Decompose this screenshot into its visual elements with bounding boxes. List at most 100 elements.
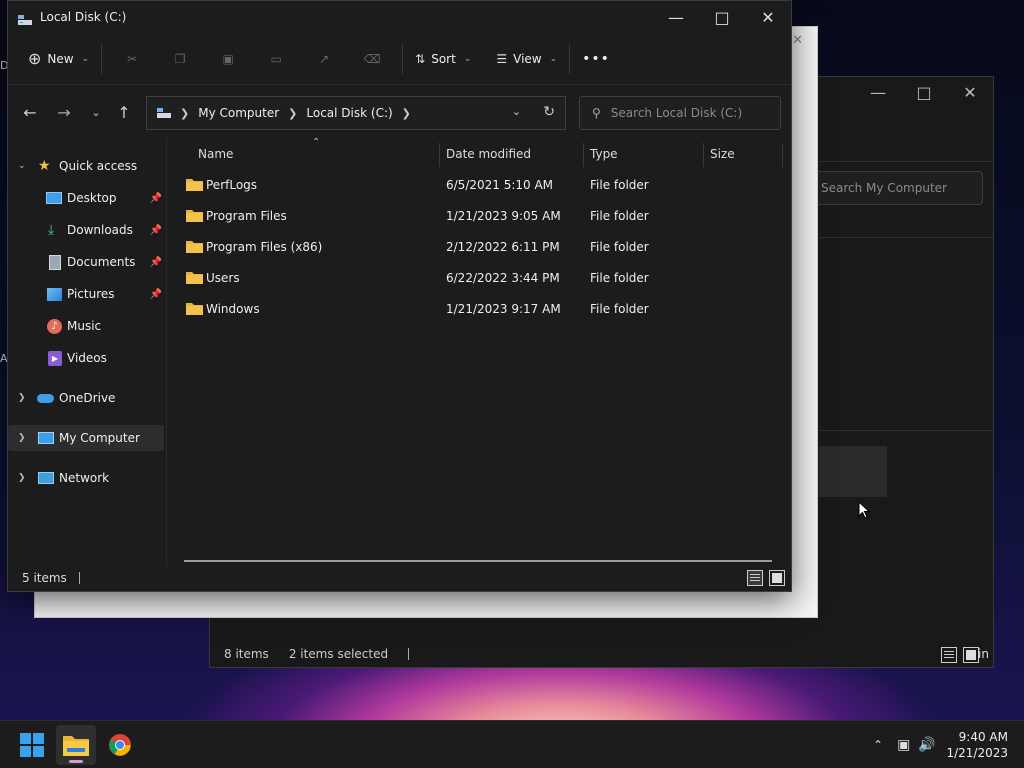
table-row[interactable]: Windows 1/21/2023 9:17 AM File folder bbox=[184, 294, 782, 325]
sidebar-item-videos[interactable]: ▶ Videos bbox=[8, 345, 164, 371]
sidebar-item-documents[interactable]: Documents 📌 bbox=[8, 249, 164, 275]
file-explorer-window[interactable]: Local Disk (C:) — □ ✕ ⊕ New ⌄ ✂ ❐ ▣ ▭ ↗ … bbox=[7, 0, 792, 592]
column-divider[interactable] bbox=[703, 143, 704, 167]
volume-icon[interactable]: 🔊 bbox=[918, 737, 935, 753]
chevron-right-icon[interactable]: ❯ bbox=[180, 107, 189, 120]
copy-button[interactable]: ❐ bbox=[156, 41, 204, 77]
back-arrow-icon[interactable]: ← bbox=[18, 103, 42, 122]
search-input[interactable]: Search My Computer bbox=[810, 171, 983, 205]
table-row[interactable]: PerfLogs 6/5/2021 5:10 AM File folder bbox=[184, 170, 782, 201]
trash-icon: ⌫ bbox=[363, 51, 381, 66]
rename-button[interactable]: ▭ bbox=[252, 41, 300, 77]
table-row[interactable]: Users 6/22/2022 3:44 PM File folder bbox=[184, 263, 782, 294]
column-divider[interactable] bbox=[583, 143, 584, 167]
chrome-icon bbox=[109, 734, 131, 756]
file-name: Users bbox=[206, 271, 240, 285]
file-type: File folder bbox=[590, 209, 649, 223]
tiles-view-icon[interactable] bbox=[769, 570, 785, 586]
column-header-type[interactable]: Type bbox=[590, 139, 618, 169]
clock[interactable]: 9:40 AM 1/21/2023 bbox=[946, 729, 1008, 761]
details-view-icon[interactable] bbox=[747, 570, 763, 586]
pin-icon[interactable]: 📌 bbox=[150, 193, 162, 204]
breadcrumb-local-disk[interactable]: Local Disk (C:) bbox=[306, 106, 392, 120]
horizontal-scrollbar[interactable] bbox=[184, 560, 772, 562]
delete-button[interactable]: ⌫ bbox=[348, 41, 396, 77]
pictures-icon bbox=[47, 287, 62, 301]
file-date: 6/5/2021 5:10 AM bbox=[446, 178, 554, 192]
sidebar-item-label: Videos bbox=[67, 351, 107, 365]
maximize-icon[interactable]: □ bbox=[699, 1, 745, 33]
show-hidden-icons-chevron-icon[interactable]: ⌃ bbox=[873, 738, 883, 752]
desktop-icon bbox=[46, 192, 62, 204]
file-type: File folder bbox=[590, 271, 649, 285]
sidebar-item-quick-access[interactable]: ⌄ ★ Quick access bbox=[8, 153, 164, 179]
taskbar-chrome[interactable] bbox=[100, 725, 140, 765]
selected-item-tile[interactable] bbox=[819, 446, 887, 497]
divider bbox=[78, 572, 80, 584]
column-divider[interactable] bbox=[439, 143, 440, 167]
details-view-icon[interactable] bbox=[941, 647, 957, 663]
start-button[interactable] bbox=[12, 725, 52, 765]
refresh-icon[interactable]: ↻ bbox=[543, 104, 555, 120]
chevron-down-icon[interactable]: ⌄ bbox=[18, 161, 26, 171]
new-label: New bbox=[47, 51, 74, 66]
share-button[interactable]: ↗ bbox=[300, 41, 348, 77]
divider bbox=[101, 43, 103, 74]
minimize-icon[interactable]: — bbox=[653, 1, 699, 33]
close-icon[interactable]: ✕ bbox=[792, 33, 803, 48]
search-input[interactable]: ⚲ Search Local Disk (C:) bbox=[579, 96, 781, 130]
column-divider[interactable] bbox=[782, 143, 783, 167]
close-icon[interactable]: ✕ bbox=[745, 1, 791, 33]
chevron-right-icon[interactable]: ❯ bbox=[18, 473, 26, 483]
title-bar[interactable]: Local Disk (C:) — □ ✕ bbox=[8, 1, 791, 33]
sidebar-item-onedrive[interactable]: ❯ OneDrive bbox=[8, 385, 164, 411]
address-dropdown-icon[interactable]: ⌄ bbox=[512, 105, 521, 118]
pin-icon[interactable]: 📌 bbox=[150, 257, 162, 268]
column-header-date[interactable]: Date modified bbox=[446, 139, 531, 169]
navigation-pane: ⌄ ★ Quick access Desktop 📌 ⤓ Downloads 📌… bbox=[8, 137, 166, 567]
sidebar-item-downloads[interactable]: ⤓ Downloads 📌 bbox=[8, 217, 164, 243]
address-bar[interactable]: ❯ My Computer ❯ Local Disk (C:) ❯ ⌄ ↻ bbox=[146, 96, 566, 130]
paste-button[interactable]: ▣ bbox=[204, 41, 252, 77]
maximize-icon[interactable]: □ bbox=[901, 77, 947, 107]
sidebar-item-desktop[interactable]: Desktop 📌 bbox=[8, 185, 164, 211]
command-bar: ⊕ New ⌄ ✂ ❐ ▣ ▭ ↗ ⌫ ⇅ Sort ⌄ ☰ View ⌄ ••… bbox=[8, 33, 791, 85]
status-bar: 5 items bbox=[8, 565, 791, 591]
chevron-down-icon: ⌄ bbox=[549, 53, 558, 64]
pin-icon[interactable]: 📌 bbox=[150, 289, 162, 300]
more-options-button[interactable]: ••• bbox=[576, 41, 616, 77]
column-header-size[interactable]: Size bbox=[710, 139, 735, 169]
status-bar: 8 items 2 items selected bbox=[210, 641, 993, 667]
cut-button[interactable]: ✂ bbox=[108, 41, 156, 77]
minimize-icon[interactable]: — bbox=[855, 77, 901, 107]
sidebar-item-pictures[interactable]: Pictures 📌 bbox=[8, 281, 164, 307]
forward-arrow-icon[interactable]: → bbox=[52, 103, 76, 122]
recent-locations-chevron-icon[interactable]: ⌄ bbox=[84, 106, 108, 119]
download-icon: ⤓ bbox=[48, 222, 55, 238]
column-header-name[interactable]: Name bbox=[198, 139, 233, 169]
sidebar-item-label: Music bbox=[67, 319, 102, 333]
view-button[interactable]: ☰ View ⌄ bbox=[490, 41, 563, 77]
sort-button[interactable]: ⇅ Sort ⌄ bbox=[409, 41, 477, 77]
chevron-right-icon[interactable]: ❯ bbox=[18, 393, 26, 403]
file-list: ⌃ Name Date modified Type Size PerfLogs … bbox=[166, 137, 793, 567]
sidebar-item-network[interactable]: ❯ Network bbox=[8, 465, 164, 491]
file-explorer-icon bbox=[63, 736, 89, 756]
sidebar-item-my-computer[interactable]: ❯ My Computer bbox=[8, 425, 164, 451]
pin-icon[interactable]: 📌 bbox=[150, 225, 162, 236]
tiles-view-icon[interactable] bbox=[963, 647, 979, 663]
taskbar-file-explorer[interactable] bbox=[56, 725, 96, 765]
folder-icon bbox=[186, 179, 203, 191]
up-arrow-icon[interactable]: ↑ bbox=[112, 103, 136, 122]
chevron-right-icon[interactable]: ❯ bbox=[18, 433, 26, 443]
document-icon bbox=[49, 254, 61, 270]
close-icon[interactable]: ✕ bbox=[947, 77, 993, 107]
chevron-right-icon[interactable]: ❯ bbox=[288, 107, 297, 120]
table-row[interactable]: Program Files (x86) 2/12/2022 6:11 PM Fi… bbox=[184, 232, 782, 263]
network-status-icon[interactable]: ▣ bbox=[897, 737, 910, 753]
new-button[interactable]: ⊕ New ⌄ bbox=[22, 41, 95, 77]
table-row[interactable]: Program Files 1/21/2023 9:05 AM File fol… bbox=[184, 201, 782, 232]
breadcrumb-my-computer[interactable]: My Computer bbox=[198, 106, 279, 120]
sidebar-item-music[interactable]: ♪ Music bbox=[8, 313, 164, 339]
chevron-right-icon[interactable]: ❯ bbox=[402, 107, 411, 120]
